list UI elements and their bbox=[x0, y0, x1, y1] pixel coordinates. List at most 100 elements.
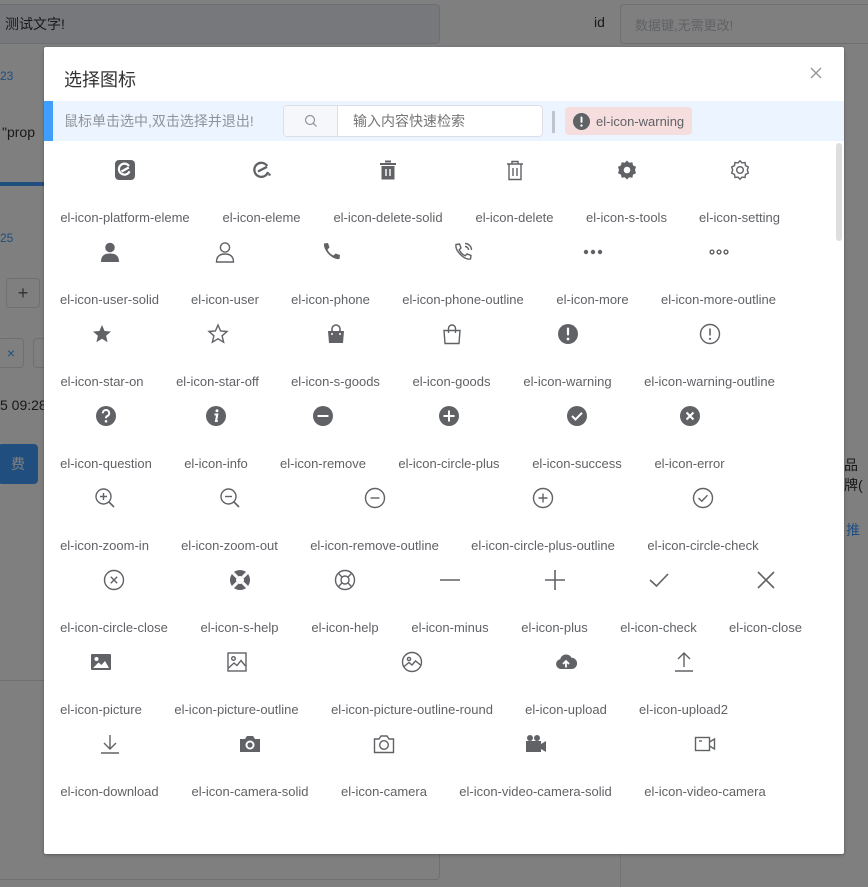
close-icon[interactable] bbox=[808, 65, 824, 81]
icon-option-picture[interactable]: el-icon-picture bbox=[60, 641, 142, 717]
icon-option-check[interactable]: el-icon-check bbox=[620, 559, 697, 635]
icon-option-camera-solid[interactable]: el-icon-camera-solid bbox=[191, 723, 309, 799]
icon-option-zoom-in[interactable]: el-icon-zoom-in bbox=[60, 477, 149, 553]
picture-outline-round-icon bbox=[331, 651, 493, 691]
icon-label: el-icon-phone-outline bbox=[402, 292, 524, 307]
picture-icon bbox=[60, 651, 142, 691]
icon-label: el-icon-star-off bbox=[176, 374, 259, 389]
icon-option-plus[interactable]: el-icon-plus bbox=[521, 559, 588, 635]
scrollbar[interactable] bbox=[836, 143, 842, 241]
icon-option-question[interactable]: el-icon-question bbox=[60, 395, 152, 471]
more-outline-icon bbox=[661, 241, 776, 281]
icon-label: el-icon-circle-close bbox=[60, 620, 168, 635]
icon-option-s-tools[interactable]: el-icon-s-tools bbox=[586, 149, 667, 225]
icon-option-star-on[interactable]: el-icon-star-on bbox=[60, 313, 144, 389]
icon-option-setting[interactable]: el-icon-setting bbox=[699, 149, 780, 225]
icon-option-s-goods[interactable]: el-icon-s-goods bbox=[291, 313, 380, 389]
circle-close-icon bbox=[60, 569, 168, 609]
icon-label: el-icon-upload bbox=[525, 702, 607, 717]
search-icon[interactable] bbox=[284, 106, 338, 136]
plus-icon bbox=[521, 569, 588, 609]
icon-label: el-icon-user bbox=[191, 292, 259, 307]
check-icon bbox=[620, 569, 697, 609]
icon-option-download[interactable]: el-icon-download bbox=[60, 723, 159, 799]
icon-option-error[interactable]: el-icon-error bbox=[654, 395, 725, 471]
error-icon bbox=[654, 405, 725, 445]
minus-icon bbox=[411, 569, 489, 609]
icon-option-upload2[interactable]: el-icon-upload2 bbox=[639, 641, 728, 717]
icon-option-camera[interactable]: el-icon-camera bbox=[341, 723, 427, 799]
icon-option-help[interactable]: el-icon-help bbox=[311, 559, 379, 635]
camera-solid-icon bbox=[191, 733, 309, 773]
icon-option-star-off[interactable]: el-icon-star-off bbox=[176, 313, 259, 389]
icon-label: el-icon-delete bbox=[475, 210, 554, 225]
icon-label: el-icon-circle-check bbox=[647, 538, 759, 553]
selected-icon-tag: el-icon-warning bbox=[565, 107, 693, 135]
search-input[interactable] bbox=[338, 106, 542, 136]
icon-label: el-icon-s-help bbox=[200, 620, 279, 635]
icon-option-circle-close[interactable]: el-icon-circle-close bbox=[60, 559, 168, 635]
icon-option-eleme[interactable]: el-icon-eleme bbox=[222, 149, 301, 225]
icon-grid: el-icon-platform-eleme el-icon-eleme el-ic… bbox=[44, 141, 844, 854]
zoom-in-icon bbox=[60, 487, 149, 527]
icon-label: el-icon-success bbox=[532, 456, 622, 471]
icon-option-circle-check[interactable]: el-icon-circle-check bbox=[647, 477, 759, 553]
dialog-header: 选择图标 bbox=[44, 47, 844, 101]
icon-option-success[interactable]: el-icon-success bbox=[532, 395, 622, 471]
icon-option-warning-outline[interactable]: el-icon-warning-outline bbox=[644, 313, 775, 389]
video-camera-icon bbox=[644, 733, 766, 773]
icon-label: el-icon-goods bbox=[412, 374, 491, 389]
camera-icon bbox=[341, 733, 427, 773]
icon-label: el-icon-remove-outline bbox=[310, 538, 439, 553]
icon-option-video-camera[interactable]: el-icon-video-camera bbox=[644, 723, 766, 799]
icon-option-goods[interactable]: el-icon-goods bbox=[412, 313, 491, 389]
icon-option-user[interactable]: el-icon-user bbox=[191, 231, 259, 307]
icon-option-close[interactable]: el-icon-close bbox=[729, 559, 802, 635]
delete-icon bbox=[475, 159, 554, 199]
icon-option-warning[interactable]: el-icon-warning bbox=[523, 313, 612, 389]
icon-option-phone-outline[interactable]: el-icon-phone-outline bbox=[402, 231, 524, 307]
icon-option-video-camera-solid[interactable]: el-icon-video-camera-solid bbox=[459, 723, 612, 799]
icon-label: el-icon-help bbox=[311, 620, 379, 635]
icon-option-more-outline[interactable]: el-icon-more-outline bbox=[661, 231, 776, 307]
phone-icon bbox=[291, 241, 370, 281]
s-help-icon bbox=[200, 569, 279, 609]
icon-label: el-icon-warning-outline bbox=[644, 374, 775, 389]
toolbar-divider bbox=[552, 111, 555, 133]
icon-option-remove-outline[interactable]: el-icon-remove-outline bbox=[310, 477, 439, 553]
question-icon bbox=[60, 405, 152, 445]
icon-label: el-icon-setting bbox=[699, 210, 780, 225]
icon-option-more[interactable]: el-icon-more bbox=[556, 231, 629, 307]
icon-option-phone[interactable]: el-icon-phone bbox=[291, 231, 370, 307]
user-icon bbox=[191, 241, 259, 281]
icon-option-delete[interactable]: el-icon-delete bbox=[475, 149, 554, 225]
icon-label: el-icon-camera bbox=[341, 784, 427, 799]
icon-option-picture-outline-round[interactable]: el-icon-picture-outline-round bbox=[331, 641, 493, 717]
selected-icon-name: el-icon-warning bbox=[596, 113, 685, 129]
circle-plus-icon bbox=[398, 405, 500, 445]
icon-label: el-icon-phone bbox=[291, 292, 370, 307]
icon-option-s-help[interactable]: el-icon-s-help bbox=[200, 559, 279, 635]
warning-outline-icon bbox=[644, 323, 775, 363]
icon-option-picture-outline[interactable]: el-icon-picture-outline bbox=[174, 641, 299, 717]
icon-option-zoom-out[interactable]: el-icon-zoom-out bbox=[181, 477, 278, 553]
icon-label: el-icon-download bbox=[60, 784, 159, 799]
icon-option-platform-eleme[interactable]: el-icon-platform-eleme bbox=[60, 149, 190, 225]
icon-option-circle-plus[interactable]: el-icon-circle-plus bbox=[398, 395, 500, 471]
icon-option-delete-solid[interactable]: el-icon-delete-solid bbox=[333, 149, 443, 225]
success-icon bbox=[532, 405, 622, 445]
icon-option-upload[interactable]: el-icon-upload bbox=[525, 641, 607, 717]
icon-option-circle-plus-outline[interactable]: el-icon-circle-plus-outline bbox=[471, 477, 615, 553]
icon-label: el-icon-upload2 bbox=[639, 702, 728, 717]
icon-option-minus[interactable]: el-icon-minus bbox=[411, 559, 489, 635]
icon-option-info[interactable]: el-icon-info bbox=[184, 395, 248, 471]
star-on-icon bbox=[60, 323, 144, 363]
platform-eleme-icon bbox=[60, 159, 190, 199]
icon-option-remove[interactable]: el-icon-remove bbox=[280, 395, 366, 471]
info-icon bbox=[184, 405, 248, 445]
icon-label: el-icon-picture-outline-round bbox=[331, 702, 493, 717]
icon-label: el-icon-delete-solid bbox=[333, 210, 443, 225]
download-icon bbox=[60, 733, 159, 773]
delete-solid-icon bbox=[333, 159, 443, 199]
icon-option-user-solid[interactable]: el-icon-user-solid bbox=[60, 231, 159, 307]
